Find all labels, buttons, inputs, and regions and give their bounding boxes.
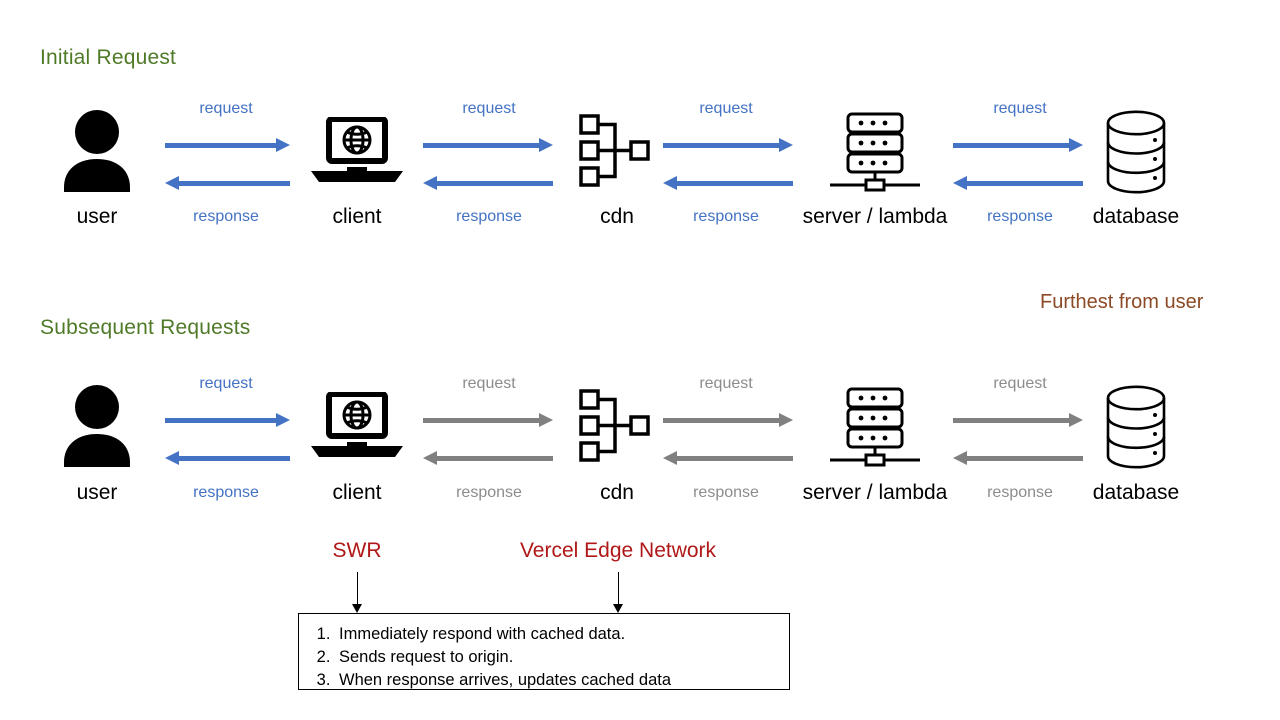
arrow-label-response-r1-l4: response: [987, 208, 1053, 225]
list-item: When response arrives, updates cached da…: [335, 669, 775, 692]
server-rack-icon: [828, 112, 922, 197]
database-cylinder-icon: [1096, 110, 1176, 199]
arrow-label-response-r2-l3: response: [693, 484, 759, 501]
node-label-user-row2: user: [76, 481, 118, 504]
arrow-label-request-r1-l4: request: [993, 100, 1047, 117]
section-title-subsequent-requests: Subsequent Requests: [40, 316, 251, 339]
node-label-client-row1: client: [332, 205, 382, 228]
note-furthest-from-user: Furthest from user: [1040, 291, 1204, 313]
callout-label-swr: SWR: [332, 539, 382, 562]
user-icon: [54, 385, 140, 472]
server-rack-icon: [828, 387, 922, 472]
laptop-globe-icon: [307, 391, 407, 467]
list-item: Sends request to origin.: [335, 646, 775, 669]
callout-arrowhead-swr: [352, 604, 362, 613]
node-label-server-row1: server / lambda: [802, 205, 948, 228]
arrow-label-request-r1-l3: request: [699, 100, 753, 117]
callout-arrow-swr: [357, 572, 358, 605]
arrow-label-request-r2-l4: request: [993, 375, 1047, 392]
laptop-globe-icon: [307, 116, 407, 192]
callout-arrow-vercel-edge-network: [618, 572, 619, 605]
node-label-cdn-row2: cdn: [600, 481, 634, 504]
user-icon: [54, 110, 140, 197]
callout-arrowhead-vercel-edge-network: [613, 604, 623, 613]
arrow-label-response-r2-l2: response: [456, 484, 522, 501]
node-label-server-row2: server / lambda: [802, 481, 948, 504]
network-topology-icon: [579, 388, 655, 469]
arrow-label-response-r2-l4: response: [987, 484, 1053, 501]
callout-label-vercel-edge-network: Vercel Edge Network: [519, 539, 717, 562]
list-item: Immediately respond with cached data.: [335, 623, 775, 646]
arrow-label-request-r2-l3: request: [699, 375, 753, 392]
section-title-initial-request: Initial Request: [40, 46, 177, 69]
arrow-label-request-r2-l2: request: [462, 375, 516, 392]
node-label-database-row2: database: [1092, 481, 1180, 504]
diagram-canvas: { "sections": [ { "title": "Initial Requ…: [0, 0, 1280, 720]
arrow-label-response-r2-l1: response: [193, 484, 259, 501]
node-label-client-row2: client: [332, 481, 382, 504]
node-label-cdn-row1: cdn: [600, 205, 634, 228]
arrow-label-request-r1-l1: request: [199, 100, 253, 117]
swr-steps-box: Immediately respond with cached data. Se…: [298, 613, 790, 690]
arrow-label-request-r1-l2: request: [462, 100, 516, 117]
node-label-user-row1: user: [76, 205, 118, 228]
database-cylinder-icon: [1096, 385, 1176, 474]
arrow-label-request-r2-l1: request: [199, 375, 253, 392]
swr-steps-list: Immediately respond with cached data. Se…: [313, 623, 775, 692]
node-label-database-row1: database: [1092, 205, 1180, 228]
arrow-label-response-r1-l3: response: [693, 208, 759, 225]
network-topology-icon: [579, 113, 655, 194]
arrow-label-response-r1-l2: response: [456, 208, 522, 225]
arrow-label-response-r1-l1: response: [193, 208, 259, 225]
